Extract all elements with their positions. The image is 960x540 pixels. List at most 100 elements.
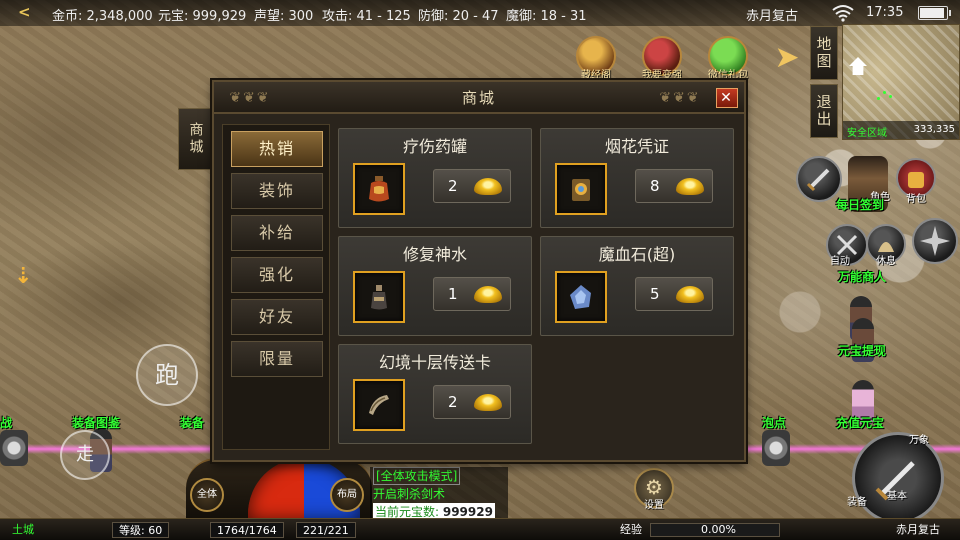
close-icon: ✕ — [720, 90, 734, 106]
buy-price-button[interactable]: 1 — [433, 277, 511, 311]
battery-icon — [918, 6, 951, 20]
exit-button[interactable]: 退出 — [810, 84, 838, 138]
shop-title: 商城 — [461, 89, 496, 107]
gold-ingot-icon — [676, 286, 704, 303]
zone-coordinates: 333,335 — [913, 124, 955, 135]
npc-dot — [877, 97, 880, 100]
npc-label-equip-guide[interactable]: 装备图鉴 — [72, 414, 120, 431]
shop-side-tab[interactable]: 商城 — [178, 108, 212, 170]
wechat-gift-button[interactable]: 微信礼包 — [706, 36, 750, 81]
rest-label: 休息 — [876, 256, 896, 267]
chat-yuanbao-label: 当前元宝数: — [375, 505, 443, 519]
title-ornament-left-icon: ❦❦❦ — [229, 90, 271, 106]
walk-button[interactable]: 走 — [60, 430, 110, 480]
category-tab-limited[interactable]: 限量 — [231, 341, 323, 377]
shop-item-card[interactable]: 修复神水 1 — [338, 236, 532, 336]
gold-ingot-icon — [474, 286, 502, 303]
sword-icon — [806, 168, 830, 192]
collapse-arrow-icon[interactable]: ➤ — [772, 40, 802, 76]
settings-label: 设置 — [644, 500, 664, 511]
buy-price-button[interactable]: 2 — [433, 385, 511, 419]
category-tab-enhance[interactable]: 强化 — [231, 257, 323, 293]
attack-mode-button[interactable]: 全体 — [190, 478, 224, 512]
become-stronger-button[interactable]: 我要变强 — [640, 36, 684, 81]
gold-ingot-icon — [474, 394, 502, 411]
map-button[interactable]: 地图 — [810, 26, 838, 80]
back-arrow-icon[interactable]: < — [18, 3, 31, 21]
shop-window: ❦❦❦ 商城 ❦❦❦ ✕ 热销 装饰 补给 强化 好友 限量 疗伤药罐 2 烟花… — [212, 80, 746, 462]
attack-bottom-label: 装备 — [847, 497, 867, 508]
basic-attack-button[interactable]: 基本 万象 装备 — [847, 432, 944, 524]
teleport-card-icon — [369, 395, 389, 415]
repair-water-bottle-icon — [371, 285, 387, 310]
server-name-bottom: 赤月复古 — [896, 523, 940, 536]
daily-checkin-label[interactable]: 每日签到 — [836, 196, 884, 213]
minimap[interactable]: 安全区域 333,335 — [842, 24, 960, 140]
item-price: 2 — [448, 177, 458, 195]
character-pose-icon[interactable]: ⇣ — [14, 264, 32, 289]
item-name: 修复神水 — [402, 245, 467, 264]
item-name: 魔血石(超) — [598, 245, 676, 264]
become-stronger-label: 我要变强 — [642, 70, 682, 81]
bottom-status-bar: 土城 等级: 60 1764/1764 221/221 经验 0.00% 赤月复… — [0, 518, 960, 540]
category-tab-friends[interactable]: 好友 — [231, 299, 323, 335]
layout-button[interactable]: 布局 — [330, 478, 364, 512]
fame-stat: 声望: 300 — [254, 9, 314, 24]
npc-label-yuanbao-withdraw[interactable]: 元宝提现 — [838, 342, 886, 359]
skill-wheel-button[interactable] — [912, 218, 958, 264]
item-icon-slot[interactable] — [353, 379, 405, 431]
shop-item-card[interactable]: 烟花凭证 8 — [540, 128, 734, 228]
category-tab-supply[interactable]: 补给 — [231, 215, 323, 251]
beam-emitter-left — [0, 430, 28, 466]
item-icon-slot[interactable] — [555, 271, 607, 323]
yuanbao-stat: 元宝: 999,929 — [158, 9, 247, 24]
chat-line-skill: 开启刺杀剑术 — [373, 487, 446, 501]
category-tab-decoration[interactable]: 装饰 — [231, 173, 323, 209]
npc-label-recharge[interactable]: 充值元宝 — [836, 414, 884, 431]
npc-label-equip[interactable]: 装备 — [180, 414, 204, 431]
scroll-pavilion-label: 藏经阁 — [581, 70, 611, 81]
hp-display: 1764/1764 — [210, 522, 284, 538]
safe-house-icon — [849, 57, 867, 75]
wechat-gift-label: 微信礼包 — [708, 70, 748, 81]
shop-item-card[interactable]: 幻境十层传送卡 2 — [338, 344, 532, 444]
title-ornament-right-icon: ❦❦❦ — [659, 90, 701, 106]
item-name: 烟花凭证 — [604, 137, 669, 156]
npc-label-bubble[interactable]: 泡点 — [762, 414, 786, 431]
magic-defense-stat: 魔御: 18 - 31 — [506, 9, 587, 24]
bag-label: 背包 — [906, 194, 926, 205]
category-tab-hot[interactable]: 热销 — [231, 131, 323, 167]
npc-label-merchant[interactable]: 万能商人 — [838, 268, 886, 285]
chat-line-attack-mode: [全体攻击模式] — [373, 467, 461, 485]
level-display: 等级: 60 — [112, 522, 170, 538]
buy-price-button[interactable]: 8 — [635, 169, 713, 203]
exp-bar: 0.00% — [650, 523, 780, 537]
npc-label-combat[interactable]: 战 — [0, 414, 12, 431]
chat-yuanbao-value: 999929 — [442, 505, 493, 519]
gold-ingot-icon — [474, 178, 502, 195]
minimap-zone-bar: 安全区域 333,335 — [843, 121, 959, 139]
shop-item-card[interactable]: 疗伤药罐 2 — [338, 128, 532, 228]
buy-price-button[interactable]: 5 — [635, 277, 713, 311]
item-icon-slot[interactable] — [353, 271, 405, 323]
compass-icon — [920, 226, 950, 256]
beam-emitter-right — [762, 430, 790, 466]
attack-stat: 攻击: 41 - 125 — [322, 9, 411, 24]
shop-title-bar: ❦❦❦ 商城 ❦❦❦ ✕ — [214, 82, 744, 114]
item-name: 疗伤药罐 — [402, 137, 467, 156]
clock: 17:35 — [866, 5, 904, 20]
item-grid: 疗伤药罐 2 烟花凭证 8 修复神水 1 魔血石(超) 5 幻境十层传送卡 2 — [334, 124, 738, 450]
item-icon-slot[interactable] — [353, 163, 405, 215]
item-price: 5 — [650, 285, 660, 303]
close-button[interactable]: ✕ — [716, 88, 738, 108]
run-button[interactable]: 跑 — [136, 344, 198, 406]
item-icon-slot[interactable] — [555, 163, 607, 215]
buy-price-button[interactable]: 2 — [433, 169, 511, 203]
sword-attack-icon — [875, 461, 915, 501]
zone-name: 安全区域 — [847, 128, 887, 139]
wifi-icon — [832, 5, 854, 22]
current-zone: 土城 — [12, 523, 34, 536]
npc-dot — [889, 95, 892, 98]
scroll-pavilion-button[interactable]: 藏经阁 — [574, 36, 618, 81]
shop-item-card[interactable]: 魔血石(超) 5 — [540, 236, 734, 336]
